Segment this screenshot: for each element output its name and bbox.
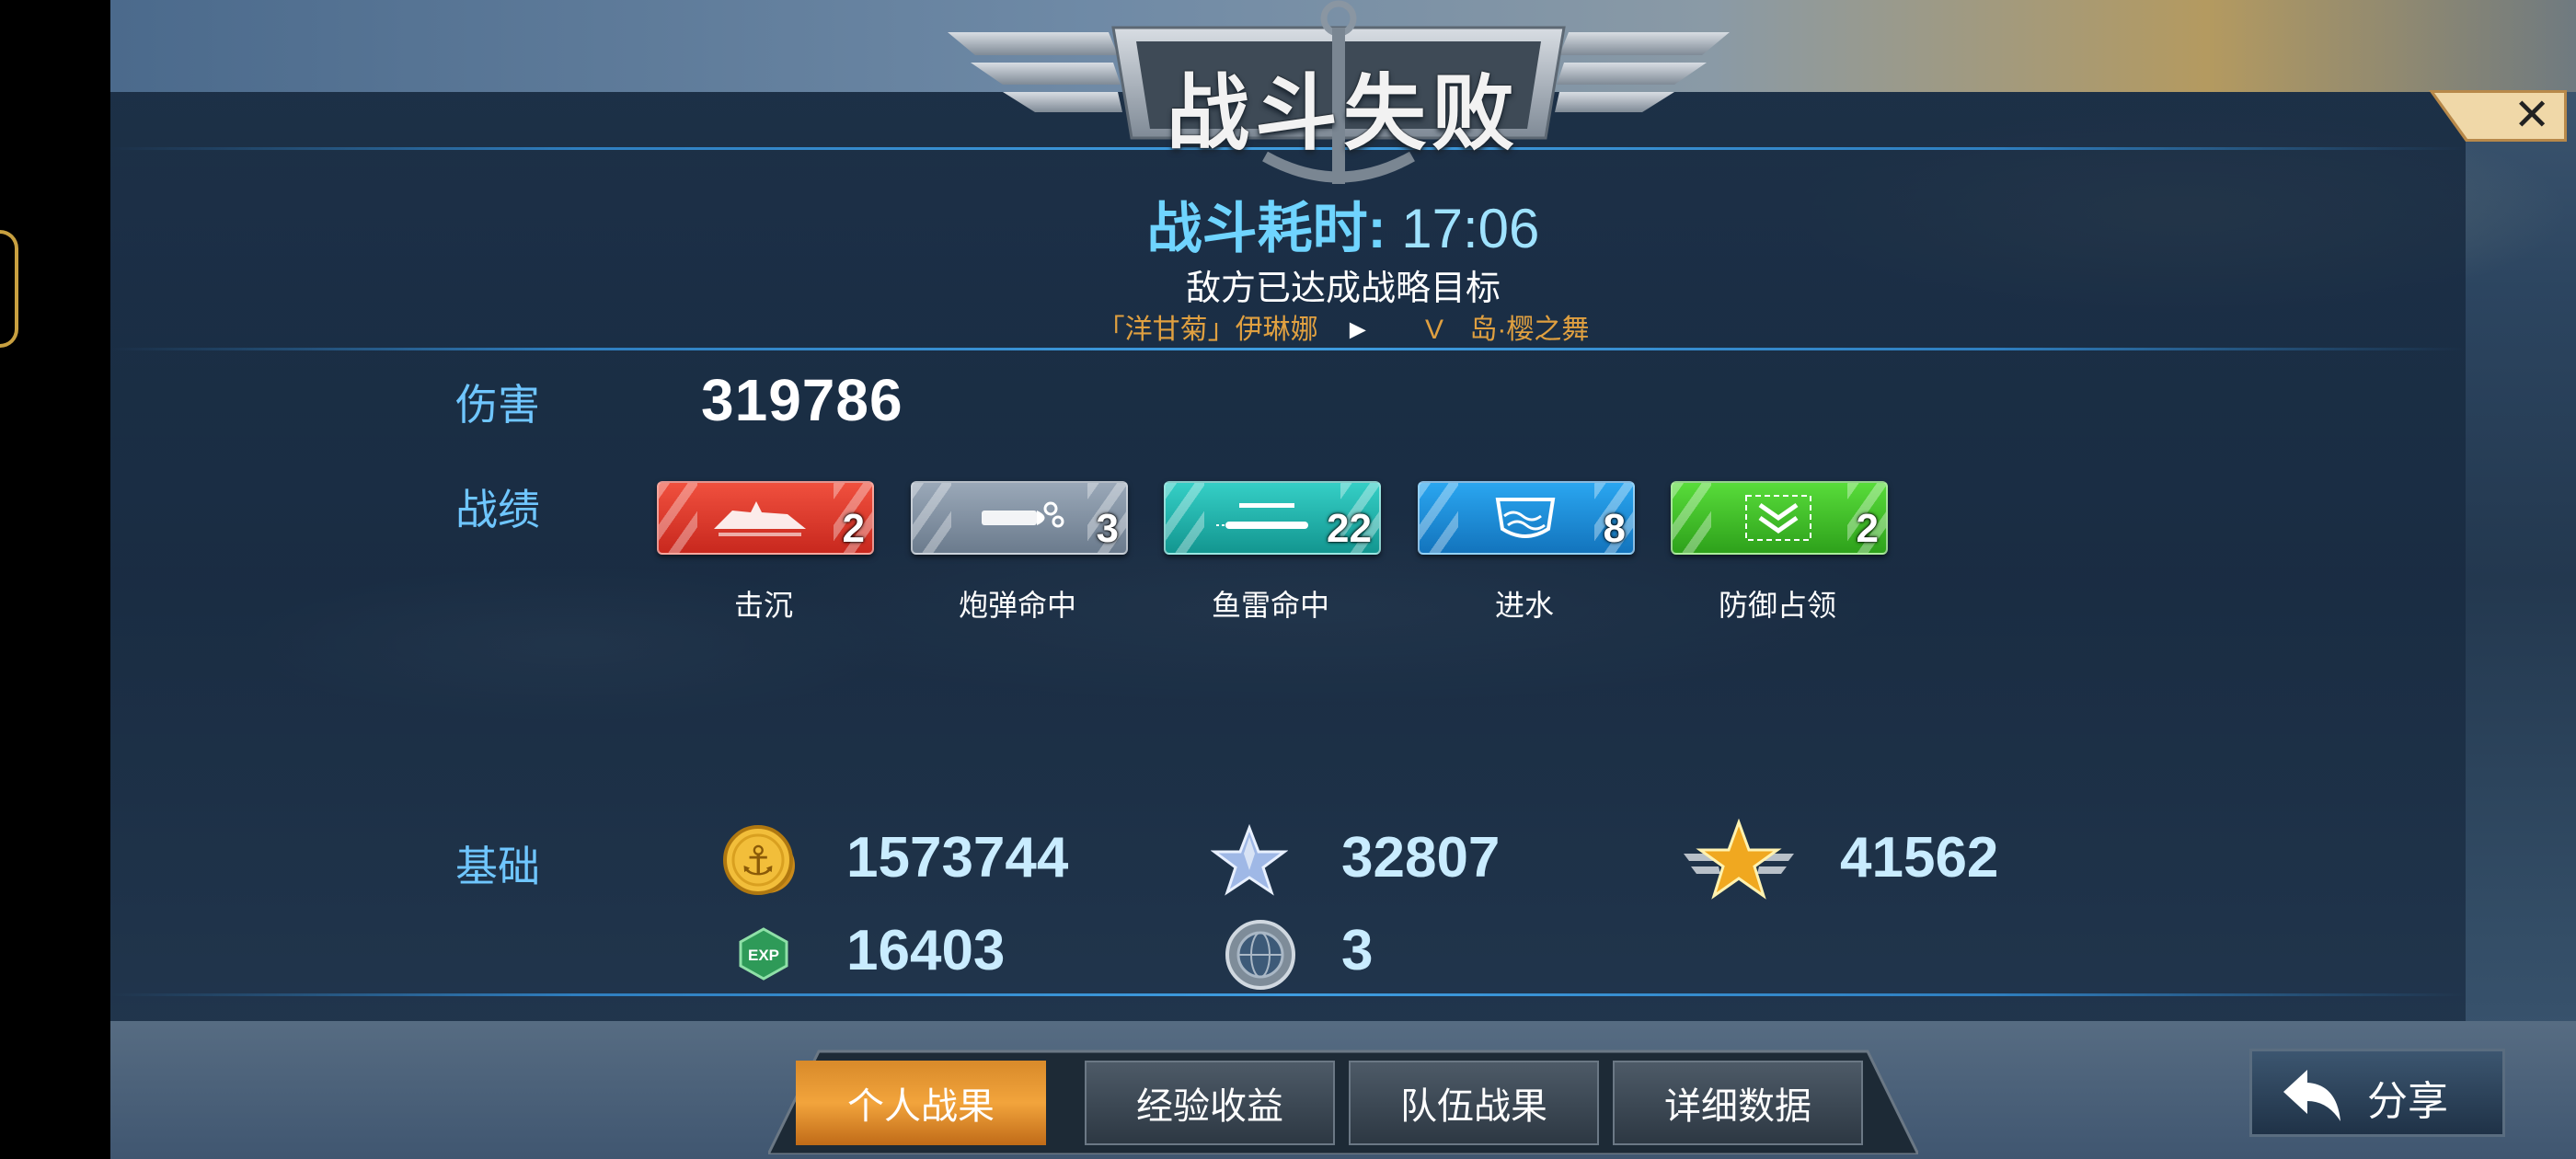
- ship-info: 「洋甘菊」伊琳娜 ► V 岛·樱之舞: [0, 306, 2576, 347]
- play-arrow-icon: ►: [1343, 315, 1372, 345]
- stat-card-flooding[interactable]: 8: [1418, 481, 1635, 555]
- damage-label: 伤害: [455, 381, 540, 429]
- stat-count: 8: [1603, 506, 1626, 551]
- game-screen: 战斗失败 ✕ 战斗耗时: 17:06 敌方已达成战略目标 「洋甘菊」伊琳娜 ► …: [0, 0, 2576, 1159]
- gold-value: 1573744: [846, 826, 1069, 889]
- gold-star-value: 41562: [1840, 826, 1999, 889]
- svg-text:EXP: EXP: [748, 947, 779, 964]
- ship-tier: V: [1425, 315, 1444, 345]
- battle-time-value: 17:06: [1401, 198, 1540, 259]
- basic-label: 基础: [455, 843, 540, 890]
- flooding-icon: [1495, 498, 1556, 538]
- sinking-ship-icon: [714, 501, 806, 536]
- result-reason: 敌方已达成战略目标: [1185, 270, 1501, 308]
- battle-time: 战斗耗时: 17:06: [0, 184, 2576, 264]
- shell-icon: [982, 501, 1064, 528]
- map-name: 岛·樱之舞: [1469, 315, 1590, 345]
- stat-card-sink[interactable]: 2: [657, 481, 874, 555]
- share-label: 分享: [2367, 1079, 2448, 1124]
- silver-star-value: 32807: [1341, 826, 1501, 889]
- stat-card-torpedo-hit[interactable]: 22: [1164, 481, 1381, 555]
- stat-card-defense[interactable]: 2: [1671, 481, 1888, 555]
- share-button[interactable]: 分享: [2249, 1049, 2505, 1137]
- close-button[interactable]: ✕: [2429, 90, 2567, 142]
- gold-coin-icon: ⚓: [723, 825, 795, 895]
- stat-label: 进水: [1494, 589, 1554, 622]
- stat-label: 击沉: [733, 589, 793, 622]
- tab-exp-gain[interactable]: 经验收益: [1085, 1061, 1335, 1145]
- svg-text:⚓: ⚓: [740, 838, 776, 885]
- defense-chevron-icon: [1745, 495, 1811, 541]
- battle-time-label: 战斗耗时:: [1146, 198, 1386, 259]
- damage-value: 319786: [701, 367, 903, 433]
- tab-detail-data[interactable]: 详细数据: [1613, 1061, 1863, 1145]
- stat-count: 22: [1327, 506, 1372, 551]
- silver-star-icon: [1211, 824, 1288, 896]
- winged-gold-star-icon: [1684, 819, 1794, 900]
- share-arrow-icon: [2283, 1070, 2340, 1121]
- stat-card-shell-hit[interactable]: 3: [911, 481, 1128, 555]
- tab-team-result[interactable]: 队伍战果: [1349, 1061, 1599, 1145]
- stat-count: 3: [1096, 506, 1119, 551]
- stat-label: 炮弹命中: [958, 589, 1076, 622]
- close-icon: ✕: [2513, 91, 2551, 140]
- result-title: 战斗失败: [1167, 68, 1520, 160]
- exp-badge-icon: EXP: [739, 927, 788, 981]
- exp-value: 16403: [846, 919, 1006, 982]
- ship-name: 「洋甘菊」伊琳娜: [1097, 315, 1318, 345]
- stat-count: 2: [842, 506, 865, 551]
- record-label: 战绩: [455, 486, 540, 534]
- divider-bottom: [110, 993, 2466, 996]
- tab-personal-result[interactable]: 个人战果: [796, 1061, 1046, 1145]
- stat-count: 2: [1856, 506, 1879, 551]
- result-tab-bar: 个人战果 经验收益 队伍战果 详细数据: [768, 1044, 1918, 1154]
- globe-medal-icon: [1225, 920, 1295, 990]
- stat-label: 鱼雷命中: [1211, 589, 1329, 622]
- divider-header: [110, 348, 2466, 350]
- torpedo-icon: [1216, 503, 1308, 529]
- stat-label: 防御占领: [1718, 589, 1836, 622]
- globe-value: 3: [1341, 919, 1374, 982]
